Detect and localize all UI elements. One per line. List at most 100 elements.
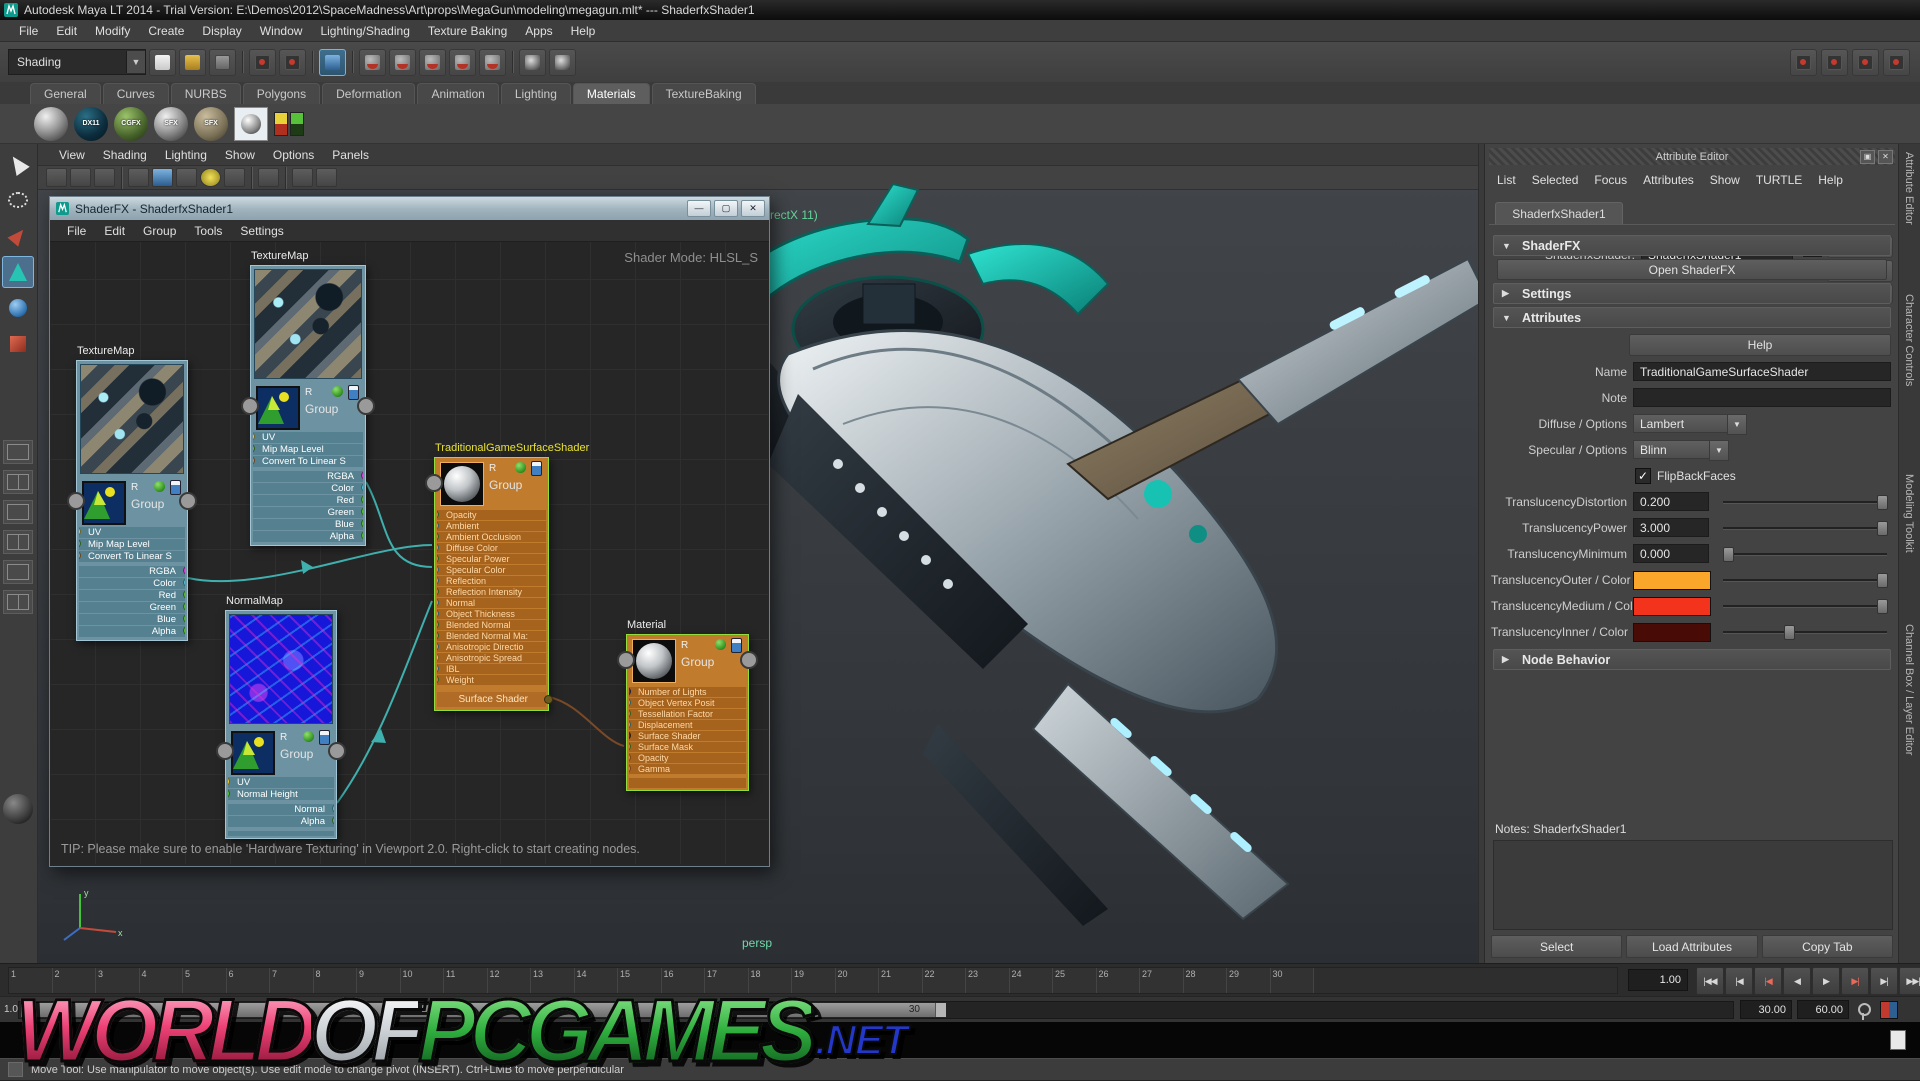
menu-create[interactable]: Create [139, 24, 193, 38]
translucencydistortion-slider[interactable] [1723, 495, 1889, 510]
translucencyminimum-slider[interactable] [1722, 547, 1887, 562]
port-convert-to-linear-s[interactable] [253, 456, 255, 465]
move-tool[interactable] [2, 256, 34, 288]
shelf-tab-animation[interactable]: Animation [417, 83, 499, 104]
select-tool[interactable] [2, 148, 34, 180]
perspective-viewport[interactable]: View Shading Lighting Show Options Panels rec… [38, 144, 1478, 963]
play-backwards-button[interactable]: ◀ [1783, 967, 1811, 995]
shaderfx-menu-tools[interactable]: Tools [185, 224, 231, 238]
shaderfx-window[interactable]: ShaderFX - ShaderfxShader1 — ▢ ✕ File Edit G… [49, 196, 770, 867]
two-pane-side-layout-button[interactable] [3, 470, 33, 494]
panel-menu-lighting[interactable]: Lighting [156, 148, 216, 162]
shelf-tab-polygons[interactable]: Polygons [242, 83, 321, 104]
port-ambient[interactable] [437, 521, 439, 530]
menu-edit[interactable]: Edit [47, 24, 86, 38]
note-field[interactable] [1633, 388, 1891, 407]
copy-tab-button[interactable]: Copy Tab [1761, 935, 1893, 958]
save-scene-icon[interactable] [209, 48, 236, 76]
single-pane-layout-button[interactable] [3, 440, 33, 464]
snap-to-view-icon[interactable] [479, 48, 506, 76]
port-displacement[interactable] [629, 720, 631, 729]
panel-menu-shading[interactable]: Shading [94, 148, 156, 162]
notes-textarea[interactable] [1493, 840, 1893, 930]
frame-25[interactable]: 25 [1053, 968, 1097, 993]
rotate-tool[interactable] [2, 292, 34, 324]
group-input-port[interactable] [216, 742, 234, 760]
port-blue[interactable] [183, 614, 185, 623]
port-normal-height[interactable] [228, 789, 230, 798]
snap-to-curve-icon[interactable] [389, 48, 416, 76]
slider-handle[interactable] [1877, 521, 1889, 536]
shelf-tab-lighting[interactable]: Lighting [500, 83, 571, 104]
shelf-item-cgfx-shader-ball[interactable]: CGFX [114, 106, 148, 141]
port-color[interactable] [361, 483, 363, 492]
port-uv[interactable] [79, 527, 81, 536]
shaderfx-titlebar[interactable]: ShaderFX - ShaderfxShader1 — ▢ ✕ [50, 197, 769, 220]
xray-mode-icon[interactable] [292, 168, 313, 187]
textured-mode-icon[interactable] [176, 168, 197, 187]
translucencypower-field[interactable]: 3.000 [1633, 518, 1709, 537]
section-settings[interactable]: ▶ Settings [1493, 283, 1891, 304]
group-output-port[interactable] [328, 742, 346, 760]
snap-to-plane-icon[interactable] [449, 48, 476, 76]
shelf-item-texture-swatch-pair[interactable] [274, 111, 304, 136]
port-object-thickness[interactable] [437, 609, 439, 618]
port-weight[interactable] [437, 675, 439, 684]
shelf-item-shaderfx-game-ball[interactable]: SFX [194, 106, 228, 141]
slider-handle[interactable] [1783, 625, 1795, 640]
menu-file[interactable]: File [10, 24, 47, 38]
port-tessellation-factor[interactable] [629, 709, 631, 718]
node-texturemap-left[interactable]: TextureMap R Group UV Mip Map Level Convert T… [67, 345, 197, 641]
shelf-tab-curves[interactable]: Curves [102, 83, 169, 104]
four-pane-layout-icon[interactable] [1852, 48, 1879, 76]
panel-menu-options[interactable]: Options [264, 148, 323, 162]
port-anisotropic-directio[interactable] [437, 642, 439, 651]
isolate-select-icon[interactable] [258, 168, 279, 187]
port-surface-mask[interactable] [629, 742, 631, 751]
slider-handle[interactable] [1877, 495, 1889, 510]
group-input-port[interactable] [617, 651, 635, 669]
side-tab-modeling-toolkit[interactable]: Modeling Toolkit [1903, 474, 1915, 553]
frame-29[interactable]: 29 [1227, 968, 1271, 993]
shaderfx-node-canvas[interactable]: Shader Mode: HLSL_S TextureMap R Group UV Mi… [51, 242, 768, 864]
shadows-toggle-icon[interactable] [224, 168, 245, 187]
port-specular-color[interactable] [437, 565, 439, 574]
two-pane-stacked-layout-button[interactable] [3, 500, 33, 524]
port-number-of-lights[interactable]: V [629, 687, 631, 696]
section-attributes[interactable]: ▼ Attributes [1493, 307, 1891, 328]
shelf-tab-deformation[interactable]: Deformation [322, 83, 416, 104]
auto-keyframe-icon[interactable] [1858, 1003, 1871, 1020]
open-shaderfx-button[interactable]: Open ShaderFX [1497, 259, 1887, 280]
port-surface-shader[interactable] [629, 731, 631, 740]
menu-help[interactable]: Help [562, 24, 605, 38]
maximize-button[interactable]: ▢ [714, 200, 738, 217]
step-forward-frame-button[interactable]: ▶| [1870, 967, 1898, 995]
snap-component-highlight-icon[interactable] [319, 48, 346, 76]
float-panel-icon[interactable]: ▣ [1860, 150, 1875, 164]
menu-lighting-shading[interactable]: Lighting/Shading [311, 24, 418, 38]
menu-window[interactable]: Window [251, 24, 312, 38]
current-time-field[interactable]: 1.00 [1628, 969, 1688, 991]
animation-preferences-icon[interactable] [1880, 1001, 1898, 1019]
frame-27[interactable]: 27 [1140, 968, 1184, 993]
select-hierarchy-mask-icon[interactable] [249, 48, 276, 76]
wireframe-on-shaded-icon[interactable] [316, 168, 337, 187]
shelf-tab-materials[interactable]: Materials [572, 83, 650, 104]
group-input-port[interactable] [425, 474, 443, 492]
shelf-tab-texturebaking[interactable]: TextureBaking [651, 83, 756, 104]
node-normalmap[interactable]: NormalMap R Group UV Normal Height Normal Alph… [216, 595, 346, 839]
menu-texture-baking[interactable]: Texture Baking [419, 24, 516, 38]
node-body[interactable]: R Group UV Mip Map Level Convert To Linear S… [67, 360, 197, 641]
ae-menu-list[interactable]: List [1489, 173, 1524, 187]
select-button[interactable]: Select [1491, 935, 1623, 958]
node-surface-shader[interactable]: TraditionalGameSurfaceShader R Group Opacit… [425, 442, 589, 711]
port-uv[interactable] [228, 777, 230, 786]
diffuse-options-dropdown[interactable]: Lambert ▼ [1633, 414, 1747, 435]
lasso-select-tool[interactable] [2, 184, 34, 216]
shaderfx-menu-settings[interactable]: Settings [231, 224, 292, 238]
select-object-mask-icon[interactable] [279, 48, 306, 76]
port-green[interactable] [183, 602, 185, 611]
wireframe-mode-icon[interactable] [128, 168, 149, 187]
translucencydistortion-field[interactable]: 0.200 [1633, 492, 1709, 511]
node-body[interactable]: R Group Opacity Ambient Ambient Occlusion Dif… [425, 457, 553, 711]
